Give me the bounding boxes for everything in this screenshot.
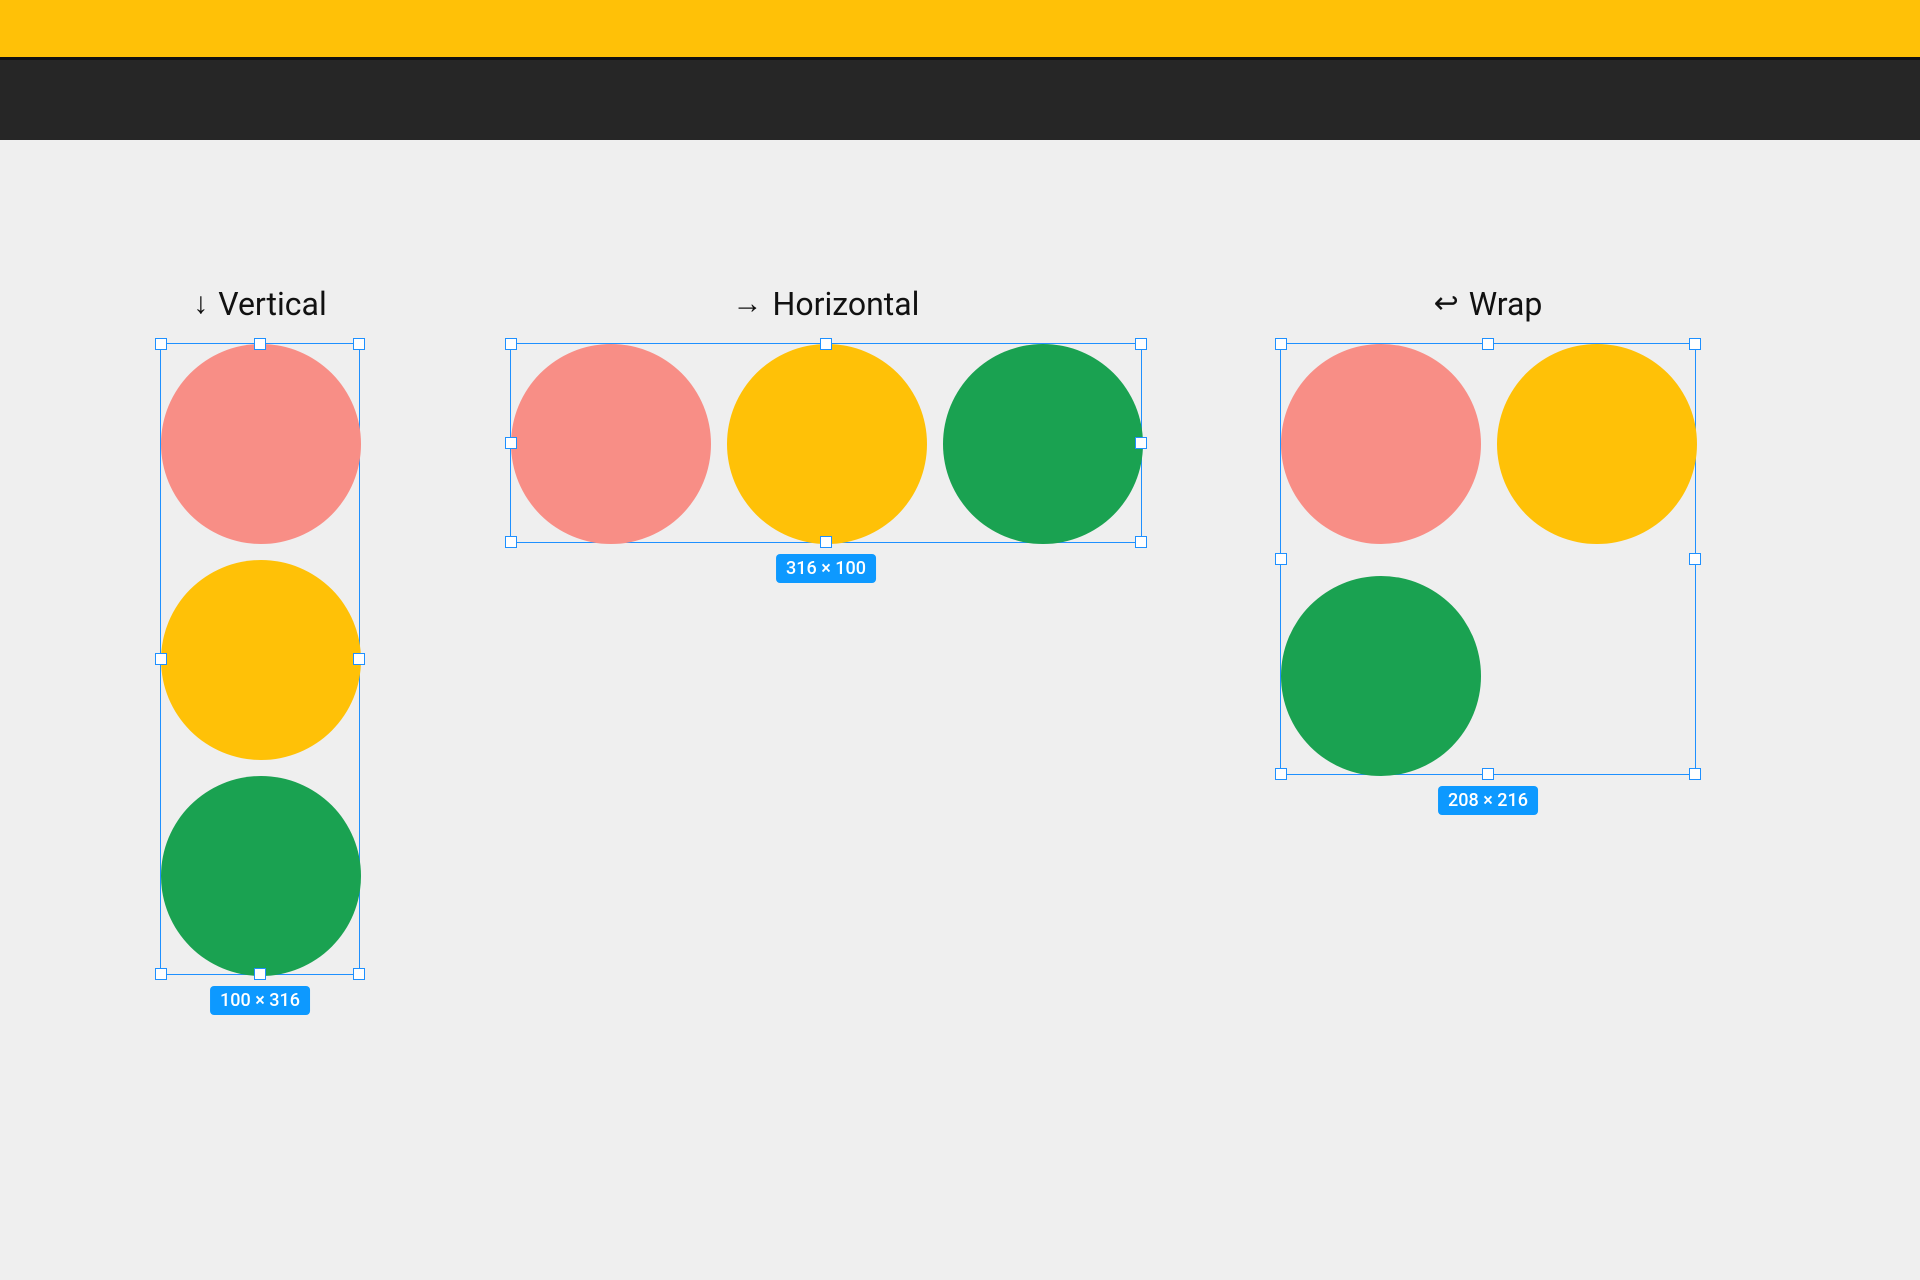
resize-handle-mr[interactable]	[1135, 437, 1147, 449]
example-wrap-label: ↩ Wrap	[1434, 285, 1543, 323]
resize-handle-br[interactable]	[1689, 768, 1701, 780]
resize-handle-bc[interactable]	[254, 968, 266, 980]
resize-handle-mr[interactable]	[353, 653, 365, 665]
example-horizontal-label-text: Horizontal	[773, 285, 920, 323]
resize-handle-ml[interactable]	[505, 437, 517, 449]
resize-handle-tl[interactable]	[1275, 338, 1287, 350]
example-horizontal: → Horizontal 316 × 100	[510, 285, 1142, 543]
resize-handle-tr[interactable]	[1135, 338, 1147, 350]
dimension-badge-horizontal: 316 × 100	[776, 554, 876, 583]
circle-pink[interactable]	[161, 344, 361, 544]
circle-pink[interactable]	[1281, 344, 1481, 544]
circle-yellow[interactable]	[1497, 344, 1697, 544]
resize-handle-bl[interactable]	[505, 536, 517, 548]
selection-frame-vertical[interactable]: 100 × 316	[160, 343, 360, 975]
circle-green[interactable]	[1281, 576, 1481, 776]
resize-handle-tc[interactable]	[820, 338, 832, 350]
selection-frame-horizontal[interactable]: 316 × 100	[510, 343, 1142, 543]
resize-handle-tl[interactable]	[155, 338, 167, 350]
resize-handle-tc[interactable]	[254, 338, 266, 350]
selection-frame-wrap[interactable]: 208 × 216	[1280, 343, 1696, 775]
resize-handle-ml[interactable]	[1275, 553, 1287, 565]
resize-handle-tr[interactable]	[1689, 338, 1701, 350]
circle-pink[interactable]	[511, 344, 711, 544]
resize-handle-bc[interactable]	[820, 536, 832, 548]
resize-handle-tc[interactable]	[1482, 338, 1494, 350]
resize-handle-tr[interactable]	[353, 338, 365, 350]
arrow-right-icon: →	[733, 289, 763, 319]
resize-handle-mr[interactable]	[1689, 553, 1701, 565]
resize-handle-bc[interactable]	[1482, 768, 1494, 780]
wrap-icon: ↩	[1434, 289, 1459, 319]
header-dark-bar	[0, 60, 1920, 140]
circle-yellow[interactable]	[727, 344, 927, 544]
example-vertical: ↓ Vertical 100 × 316	[160, 285, 360, 975]
resize-handle-tl[interactable]	[505, 338, 517, 350]
resize-handle-br[interactable]	[353, 968, 365, 980]
header-yellow-bar	[0, 0, 1920, 60]
dimension-badge-wrap: 208 × 216	[1438, 786, 1538, 815]
circle-green[interactable]	[943, 344, 1143, 544]
example-vertical-label: ↓ Vertical	[193, 285, 326, 323]
example-wrap: ↩ Wrap 208 × 216	[1280, 285, 1696, 775]
example-vertical-label-text: Vertical	[218, 285, 326, 323]
example-horizontal-label: → Horizontal	[733, 285, 920, 323]
resize-handle-bl[interactable]	[155, 968, 167, 980]
arrow-down-icon: ↓	[193, 289, 208, 319]
resize-handle-bl[interactable]	[1275, 768, 1287, 780]
dimension-badge-vertical: 100 × 316	[210, 986, 310, 1015]
circle-yellow[interactable]	[161, 560, 361, 760]
example-wrap-label-text: Wrap	[1469, 285, 1543, 323]
circle-green[interactable]	[161, 776, 361, 976]
resize-handle-ml[interactable]	[155, 653, 167, 665]
canvas-area[interactable]: ↓ Vertical 100 × 316 → Horizontal	[0, 140, 1920, 1280]
resize-handle-br[interactable]	[1135, 536, 1147, 548]
